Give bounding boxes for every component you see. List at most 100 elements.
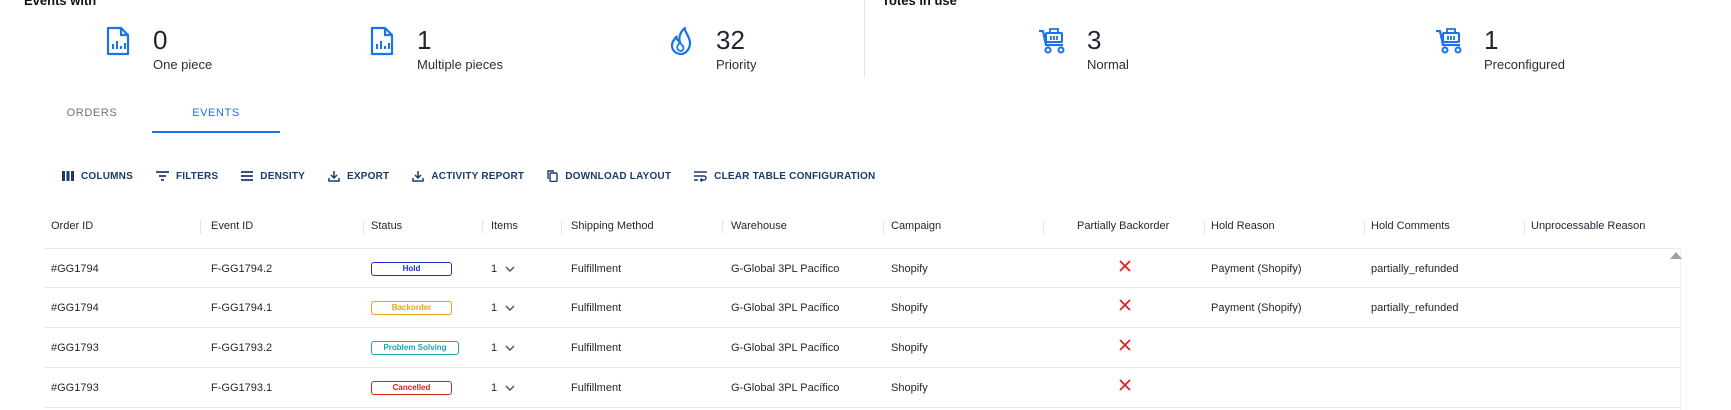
export-button[interactable]: EXPORT [328, 170, 389, 182]
column-header-partially-backorder[interactable]: Partially Backorder [1077, 212, 1169, 240]
export-label: EXPORT [347, 170, 390, 182]
chevron-down-icon[interactable] [505, 305, 515, 311]
column-separator[interactable] [482, 220, 483, 234]
status-cell: Cancelled [371, 368, 452, 408]
table-row[interactable]: #GG1794 F-GG1794.2 Hold 1 Fulfillment G-… [44, 248, 1680, 288]
stat-label: Normal [1087, 57, 1129, 72]
status-badge: Backorder [371, 301, 452, 316]
chevron-down-icon[interactable] [505, 385, 515, 391]
filter-icon [155, 171, 169, 181]
stat-one-piece: 0 One piece [103, 24, 212, 72]
tab-orders[interactable]: ORDERS [32, 96, 152, 133]
columns-button[interactable]: COLUMNS [62, 171, 133, 182]
warehouse-cell: G-Global 3PL Pacífico [731, 382, 840, 394]
table-row[interactable]: #GG1793 F-GG1793.1 Cancelled 1 Fulfillme… [44, 368, 1680, 408]
column-header-hold-reason[interactable]: Hold Reason [1211, 212, 1275, 240]
events-section-title: Events with [24, 0, 97, 8]
shipping-method-cell: Fulfillment [571, 302, 622, 314]
table-row[interactable]: #GG1794 F-GG1794.1 Backorder 1 Fulfillme… [44, 288, 1680, 328]
items-count: 1 [491, 342, 498, 354]
order-id-cell[interactable]: #GG1793 [51, 368, 99, 408]
column-header-shipping-method[interactable]: Shipping Method [571, 212, 654, 240]
column-separator[interactable] [561, 220, 562, 234]
items-count: 1 [491, 382, 498, 394]
column-header-status[interactable]: Status [371, 212, 402, 240]
warehouse-cell: G-Global 3PL Pacífico [731, 342, 840, 354]
clear-table-configuration-label: CLEAR TABLE CONFIGURATION [714, 170, 876, 182]
status-badge: Hold [371, 262, 452, 277]
stat-normal-totes: 3 Normal [1037, 24, 1129, 72]
items-cell[interactable]: 1 [491, 328, 515, 368]
tab-events[interactable]: EVENTS [152, 96, 280, 133]
activity-report-label: ACTIVITY REPORT [431, 170, 525, 182]
tote-cart-icon [1037, 24, 1067, 58]
column-header-warehouse[interactable]: Warehouse [731, 212, 787, 240]
columns-icon [62, 171, 74, 181]
partially-backorder-cell [1119, 288, 1131, 328]
column-separator[interactable] [1043, 220, 1044, 234]
column-header-event-id[interactable]: Event ID [211, 212, 253, 240]
filters-button[interactable]: FILTERS [155, 170, 219, 182]
items-count: 1 [491, 263, 498, 275]
chevron-down-icon[interactable] [505, 345, 515, 351]
partially-backorder-cell [1119, 368, 1131, 408]
column-header-items[interactable]: Items [491, 212, 518, 240]
partially-backorder-cell [1119, 328, 1131, 368]
clear-table-configuration-button[interactable]: CLEAR TABLE CONFIGURATION [694, 171, 875, 182]
order-id-cell[interactable]: #GG1794 [51, 249, 99, 289]
download-icon [412, 171, 425, 182]
events-table: Order ID Event ID Status Items Shipping … [44, 212, 1680, 408]
column-separator[interactable] [1524, 220, 1525, 234]
order-id-cell[interactable]: #GG1794 [51, 288, 99, 328]
density-icon [241, 171, 254, 181]
activity-report-button[interactable]: ACTIVITY REPORT [412, 170, 524, 182]
event-id-cell[interactable]: F-GG1793.1 [211, 368, 272, 408]
scroll-up-arrow-icon[interactable] [1670, 252, 1682, 259]
stat-value: 1 [1484, 25, 1499, 55]
event-id-cell[interactable]: F-GG1794.1 [211, 288, 272, 328]
partially-backorder-cell [1119, 249, 1131, 289]
table-row[interactable]: #GG1793 F-GG1793.2 Problem Solving 1 Ful… [44, 328, 1680, 368]
stat-value: 0 [153, 25, 168, 55]
hold-comments-cell: partially_refunded [1371, 263, 1459, 275]
stat-label: Priority [716, 57, 757, 72]
chevron-down-icon[interactable] [505, 266, 515, 272]
event-id-cell[interactable]: F-GG1793.2 [211, 328, 272, 368]
stat-label: One piece [153, 57, 213, 72]
density-label: DENSITY [260, 170, 306, 182]
items-cell[interactable]: 1 [491, 249, 515, 289]
column-header-hold-comments[interactable]: Hold Comments [1371, 212, 1450, 240]
density-button[interactable]: DENSITY [241, 171, 305, 182]
totes-section-title: Totes in use [882, 0, 957, 8]
warehouse-cell: G-Global 3PL Pacífico [731, 263, 840, 275]
status-cell: Backorder [371, 288, 452, 328]
column-separator[interactable] [363, 220, 364, 234]
items-cell[interactable]: 1 [491, 368, 515, 408]
stat-value: 3 [1087, 25, 1102, 55]
items-count: 1 [491, 302, 498, 314]
order-id-cell[interactable]: #GG1793 [51, 328, 99, 368]
column-separator[interactable] [883, 220, 884, 234]
campaign-cell: Shopify [891, 342, 928, 354]
column-separator[interactable] [722, 220, 723, 234]
tote-cart-icon [1434, 24, 1464, 58]
download-layout-label: DOWNLOAD LAYOUT [565, 170, 672, 182]
column-header-order-id[interactable]: Order ID [51, 212, 93, 240]
status-badge: Problem Solving [371, 341, 459, 356]
items-cell[interactable]: 1 [491, 288, 515, 328]
x-mark-icon [1119, 339, 1131, 351]
copy-icon [547, 170, 558, 182]
column-header-campaign[interactable]: Campaign [891, 212, 941, 240]
column-separator[interactable] [1204, 220, 1205, 234]
column-header-unprocessable-reason[interactable]: Unprocessable Reason [1531, 212, 1645, 240]
event-id-cell[interactable]: F-GG1794.2 [211, 249, 272, 289]
filters-label: FILTERS [175, 170, 219, 182]
vertical-scrollbar[interactable] [1680, 248, 1681, 410]
hold-reason-cell: Payment (Shopify) [1211, 263, 1302, 275]
column-separator[interactable] [1364, 220, 1365, 234]
hold-reason-cell: Payment (Shopify) [1211, 302, 1302, 314]
warehouse-cell: G-Global 3PL Pacífico [731, 302, 840, 314]
column-separator[interactable] [200, 220, 201, 234]
download-layout-button[interactable]: DOWNLOAD LAYOUT [547, 170, 671, 182]
status-cell: Hold [371, 249, 452, 289]
